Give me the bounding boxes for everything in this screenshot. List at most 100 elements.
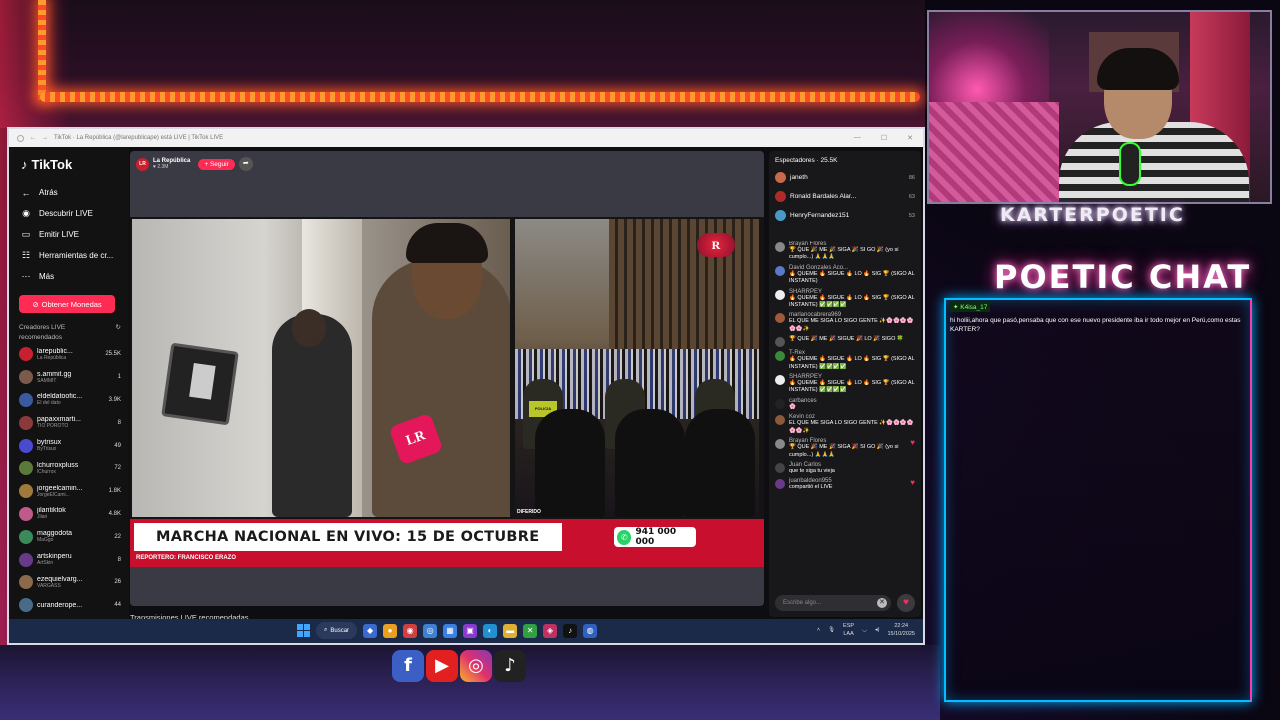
app-icon[interactable]: ◈ — [543, 623, 558, 638]
back-nav-icon[interactable]: ← — [30, 135, 36, 141]
led-strip — [40, 92, 920, 102]
coin-icon: ⊘ — [32, 299, 39, 309]
creator-item[interactable]: lchurroxpluss lChurrox 72 — [17, 457, 121, 480]
heart-icon[interactable]: ♥ — [897, 594, 915, 612]
browser-icon — [17, 134, 24, 142]
windows-start-icon[interactable] — [297, 624, 310, 637]
creator-item[interactable]: jilaritiktok Jilari 4.8K — [17, 503, 121, 526]
chrome-icon[interactable]: ● — [383, 623, 398, 638]
avatar — [19, 415, 33, 430]
minimize-icon[interactable]: — — [854, 134, 861, 142]
app-icon[interactable]: ◎ — [423, 623, 438, 638]
video-frame[interactable]: LR POLICIA R DIFERIDO MARCHA NACIONAL EN… — [130, 217, 764, 567]
chat-message-body: marlanocabrera969 EL QUE ME SIGA LO SIGO … — [789, 312, 915, 333]
avatar[interactable] — [775, 462, 785, 473]
avatar[interactable] — [775, 415, 785, 426]
tiktok-logo[interactable]: ♪ TikTok — [21, 157, 121, 172]
chat-messages[interactable]: Brayan Flores 🏆 QUE 🎉 ME 🎉 SIGA 🎉 SI GO 🎉… — [769, 241, 921, 576]
forward-nav-icon[interactable]: → — [42, 135, 48, 141]
mic-icon[interactable]: 🎙︎ — [828, 627, 835, 633]
avatar[interactable] — [775, 398, 785, 409]
close-icon[interactable]: ✕ — [907, 134, 913, 142]
creator-item[interactable]: artskinperu ArtSkin 8 — [17, 548, 121, 571]
chat-message-body: juanbaldeon955 compartió el LIVE — [789, 478, 906, 491]
avatar[interactable] — [775, 439, 785, 450]
clock[interactable]: 22:24 15/10/2025 — [887, 622, 915, 638]
app-icon[interactable]: ◉ — [403, 623, 418, 638]
avatar[interactable] — [775, 351, 785, 362]
creator-item[interactable]: eldeldatoofic... El del dato 3.9K — [17, 389, 121, 412]
avatar[interactable] — [775, 289, 785, 300]
poetic-chat-title: POETIC CHAT — [994, 258, 1252, 296]
viewers-header[interactable]: Espectadores · 25.5K — [769, 151, 921, 168]
creator-name: artskinperu — [37, 553, 72, 561]
motorcycle — [685, 409, 755, 517]
top-viewer[interactable]: Ronald Bardales Alar... 63 — [769, 187, 921, 206]
creator-item[interactable]: bytrisux ByTrisux 49 — [17, 434, 121, 457]
browser-titlebar: ← → TikTok · La República (@larepublicap… — [9, 129, 923, 147]
volume-icon[interactable]: ◂) — [875, 627, 880, 633]
browser-tab-title[interactable]: TikTok · La República (@larepublicape) e… — [54, 135, 223, 141]
creator-item[interactable]: ezequielvarg... VARGASS 26 — [17, 571, 121, 594]
top-viewer[interactable]: janeth 86 — [769, 168, 921, 187]
share-icon[interactable]: ➦ — [238, 157, 253, 171]
chat-message: Brayan Flores 🏆 QUE 🎉 ME 🎉 SIGA 🎉 SI GO 🎉… — [775, 241, 915, 262]
sidebar-nav-item[interactable]: ⋯ Más — [17, 266, 121, 287]
chat-message: Brayan Flores 🏆 QUE 🎉 ME 🎉 SIGA 🎉 SI GO 🎉… — [775, 438, 915, 459]
creator-text: eldeldatoofic... El del dato — [37, 393, 105, 406]
creator-item[interactable]: maggodota MaGgo 22 — [17, 525, 121, 548]
sidebar-nav-item[interactable]: ▭ Emitir LIVE — [17, 224, 121, 245]
top-viewer[interactable]: HenryFernandez151 53 — [769, 206, 921, 225]
arrow-left-icon: ← — [21, 187, 31, 198]
tiktok-note-icon: ♪ — [21, 157, 28, 172]
avatar[interactable] — [775, 337, 785, 348]
creator-item[interactable]: papaxxmarti... TIO POROTO 8 — [17, 411, 121, 434]
copilot-icon[interactable]: ◆ — [363, 623, 378, 638]
creator-item[interactable]: s.ammit.gg SAMMIT 1 — [17, 366, 121, 389]
sidebar-nav-item[interactable]: ← Atrás — [17, 182, 121, 203]
creator-item[interactable]: jorgeelcamin... JorgeElCami... 1.8K — [17, 480, 121, 503]
creator-viewers: 49 — [114, 442, 121, 449]
led-strip-vertical — [38, 0, 46, 100]
app-icon[interactable]: ▣ — [463, 623, 478, 638]
creator-subtitle: MaGgo — [37, 537, 54, 544]
creator-item[interactable]: curanderope... 44 — [17, 594, 121, 617]
viewer-name: janeth — [790, 174, 808, 181]
avatar — [19, 370, 33, 385]
avatar[interactable] — [775, 242, 785, 252]
motorcycle — [535, 409, 605, 517]
sidebar-nav-item[interactable]: ☷ Herramientas de cr... — [17, 245, 121, 266]
folder-icon[interactable]: ▬ — [503, 623, 518, 638]
avatar[interactable] — [775, 479, 785, 490]
chat-message: T-Rex 🔥 QUEME 🔥 SIGUE 🔥 LO 🔥 SIG 🏆 (SIGO … — [775, 350, 915, 371]
app-icon[interactable]: ◍ — [583, 623, 598, 638]
chat-message-body: SHARRPEY 🔥 QUEME 🔥 SIGUE 🔥 LO 🔥 SIG 🏆 (SI… — [789, 289, 915, 310]
edge-icon[interactable]: ◐ — [483, 623, 498, 638]
clear-icon[interactable]: ✕ — [877, 598, 887, 608]
monitor-screen: ← → TikTok · La República (@larepublicap… — [7, 127, 925, 645]
host-bar: LR La República ♥ 2.3M + Seguir ➦ — [136, 157, 253, 171]
creator-item[interactable]: larepublic... La República 25.5K — [17, 343, 121, 366]
maximize-icon[interactable]: ☐ — [881, 134, 887, 142]
follow-button[interactable]: + Seguir — [198, 158, 235, 170]
tiktok-app-icon[interactable]: ♪ — [563, 623, 578, 638]
taskbar-search[interactable]: ⌕ Buscar — [316, 622, 358, 639]
more-icon: ⋯ — [21, 271, 31, 281]
xbox-icon[interactable]: ✕ — [523, 623, 538, 638]
chevron-up-icon[interactable]: ˄ — [817, 627, 820, 633]
creator-subtitle: VARGASS — [37, 582, 61, 589]
sidebar-nav-item[interactable]: ◉ Descubrir LIVE — [17, 203, 121, 224]
avatar[interactable] — [775, 265, 785, 276]
avatar[interactable] — [775, 375, 785, 386]
avatar[interactable] — [775, 313, 785, 324]
creator-subtitle: lChurrox — [37, 468, 56, 475]
store-icon[interactable]: ▦ — [443, 623, 458, 638]
refresh-icon[interactable]: ↻ — [116, 323, 121, 343]
host-avatar[interactable]: LR — [136, 157, 149, 171]
wifi-icon[interactable]: ◡ — [862, 627, 867, 633]
stream-chat-user: ✦ K4isa_17 — [950, 302, 991, 312]
language-indicator[interactable]: ESP LAA — [843, 622, 854, 638]
get-coins-button[interactable]: ⊘ Obtener Monedas — [19, 295, 115, 313]
viewer-score: 63 — [908, 193, 915, 200]
chat-input[interactable]: Escribe algo... ✕ — [775, 595, 891, 611]
